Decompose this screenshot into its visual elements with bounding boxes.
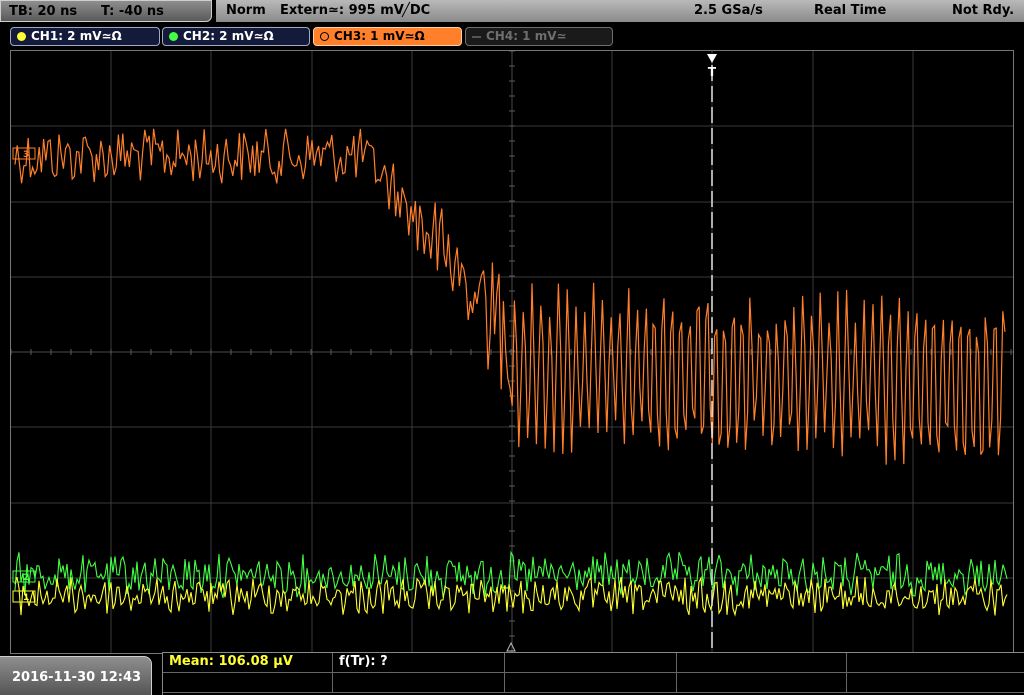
status-bar: TB: 20 ns T: -40 ns Norm Extern≃: 995 mV…	[0, 0, 1024, 24]
measurement-panel[interactable]: Mean: 106.08 µV f(Tr): ?	[162, 652, 1024, 695]
ch3-trace	[14, 128, 1006, 465]
channel-1-tab[interactable]: CH1: 2 mV≃Ω	[10, 27, 160, 46]
measurement-slot-5[interactable]	[847, 653, 1024, 673]
trigger-time-label: T: -40 ns	[101, 4, 164, 19]
ch2-indicator-icon	[169, 32, 178, 41]
channel-4-tab[interactable]: CH4: 1 mV≃	[465, 27, 613, 46]
timebase-label: TB: 20 ns	[9, 4, 78, 19]
ch1-marker-label: 1	[23, 593, 29, 603]
waveform-display[interactable]: T 3 2 1	[10, 50, 1014, 654]
datetime-label: 2016-11-30 12:43	[12, 670, 142, 685]
trigger-marker-label: T	[708, 65, 717, 79]
ch1-label: CH1: 2 mV≃Ω	[31, 29, 122, 43]
measurement-rise-frequency[interactable]: f(Tr): ?	[333, 653, 505, 673]
waveform-canvas: T 3 2 1	[11, 51, 1013, 653]
measurement-slot-3[interactable]	[505, 653, 677, 673]
trigger-slope-label: ╱DC	[402, 3, 431, 18]
measurement-slot-7[interactable]	[333, 673, 505, 693]
horizontal-position-icon[interactable]	[506, 641, 516, 652]
ch4-label: CH4: 1 mV≃	[486, 29, 567, 43]
ch3-label: CH3: 1 mV≃Ω	[334, 29, 425, 43]
measurement-slot-8[interactable]	[505, 673, 677, 693]
measurement-slot-10[interactable]	[847, 673, 1024, 693]
trigger-mode-label: Norm	[226, 3, 266, 18]
measurement-mean[interactable]: Mean: 106.08 µV	[163, 653, 333, 673]
run-state-label: Not Rdy.	[952, 3, 1015, 18]
measurement-slot-6[interactable]	[163, 673, 333, 693]
ch2-label: CH2: 2 mV≃Ω	[183, 29, 274, 43]
measurement-slot-4[interactable]	[677, 653, 847, 673]
ch3-indicator-icon	[320, 32, 329, 41]
ch1-trace	[14, 575, 1008, 617]
ch3-marker-label: 3	[23, 150, 29, 160]
timebase-box[interactable]: TB: 20 ns T: -40 ns	[0, 0, 212, 22]
channel-2-tab[interactable]: CH2: 2 mV≃Ω	[162, 27, 310, 46]
datetime-box: 2016-11-30 12:43	[0, 656, 152, 695]
acquisition-info-strip[interactable]: Norm Extern≃: 995 mV ╱DC 2.5 GSa/s Real …	[216, 0, 1024, 22]
acquisition-mode-label: Real Time	[814, 3, 887, 18]
ch4-indicator-icon	[472, 36, 481, 38]
measurement-slot-9[interactable]	[677, 673, 847, 693]
trigger-source-label: Extern≃: 995 mV	[280, 3, 404, 18]
channel-3-tab[interactable]: CH3: 1 mV≃Ω	[313, 27, 462, 46]
ch1-indicator-icon	[17, 32, 26, 41]
ch2-marker-label: 2	[23, 573, 29, 583]
sample-rate-label: 2.5 GSa/s	[694, 3, 763, 18]
trigger-arrow-icon[interactable]	[707, 54, 717, 63]
